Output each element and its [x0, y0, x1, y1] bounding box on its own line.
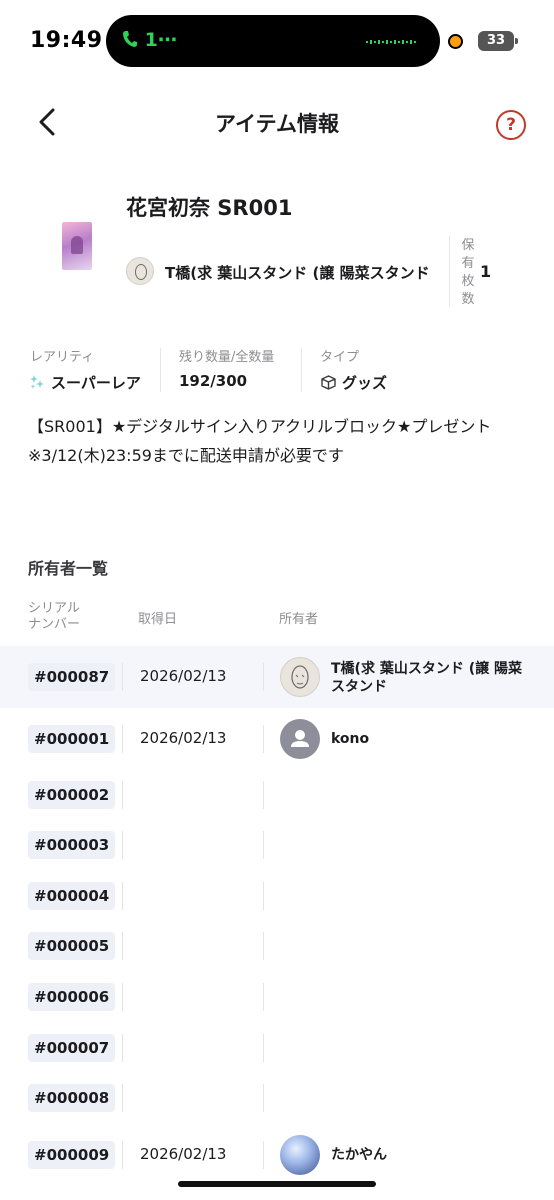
type-label: タイプ	[320, 350, 360, 365]
serial-number: #000004	[28, 882, 116, 910]
owner-avatar[interactable]	[280, 719, 320, 759]
dynamic-island[interactable]: 1⋯	[106, 15, 440, 67]
owner-avatar[interactable]	[280, 657, 320, 697]
help-icon[interactable]: ?	[496, 110, 526, 140]
divider	[263, 932, 264, 960]
item-thumbnail[interactable]	[62, 222, 92, 270]
table-row[interactable]: #000005	[0, 922, 554, 973]
table-row[interactable]: #000003	[0, 821, 554, 872]
serial-number: #000008	[28, 1084, 116, 1112]
divider	[160, 348, 161, 392]
divider	[122, 1034, 123, 1062]
owner-name[interactable]: T橋(求 葉山スタンド (譲 陽菜スタンド	[331, 660, 531, 696]
divider	[122, 663, 123, 691]
status-bar: 19:49 1⋯ 33	[0, 0, 554, 84]
divider	[263, 1034, 264, 1062]
divider	[122, 1084, 123, 1112]
divider	[122, 882, 123, 910]
table-row[interactable]: #000001 2026/02/13 kono	[0, 708, 554, 770]
table-row[interactable]: #000007	[0, 1024, 554, 1074]
holding-count-label: 保有枚数	[461, 238, 475, 307]
box-icon	[321, 375, 336, 390]
audio-wave-icon	[366, 40, 416, 44]
serial-number: #000006	[28, 983, 116, 1011]
column-header-date: 取得日	[138, 612, 178, 627]
acquired-date: 2026/02/13	[140, 729, 227, 747]
serial-number: #000009	[28, 1141, 116, 1169]
divider	[122, 1141, 123, 1169]
divider	[122, 725, 123, 753]
item-description: 【SR001】★デジタルサイン入りアクリルブロック★プレゼント ※3/12(木)…	[28, 412, 528, 470]
divider	[122, 983, 123, 1011]
type-value: グッズ	[342, 374, 388, 392]
divider	[122, 781, 123, 809]
quantity-value: 192/300	[179, 372, 248, 390]
divider	[263, 882, 264, 910]
divider	[263, 983, 264, 1011]
rarity-value: スーパーレア	[51, 374, 141, 392]
serial-number: #000003	[28, 831, 116, 859]
table-row[interactable]: #000006	[0, 973, 554, 1024]
privacy-indicator-dot	[448, 34, 463, 49]
quantity-label: 残り数量/全数量	[179, 350, 275, 365]
acquired-date: 2026/02/13	[140, 667, 227, 685]
table-row[interactable]: #000087 2026/02/13 T橋(求 葉山スタンド (譲 陽菜スタンド	[0, 646, 554, 708]
table-row[interactable]: #000009 2026/02/13 たかやん	[0, 1125, 554, 1185]
owners-section-title: 所有者一覧	[28, 559, 109, 578]
seller-name[interactable]: T橋(求 葉山スタンド (譲 陽菜スタンド	[165, 262, 430, 283]
divider	[263, 725, 264, 753]
divider	[122, 831, 123, 859]
sketch-face-icon	[291, 665, 309, 689]
table-row[interactable]: #000002	[0, 770, 554, 821]
owner-name[interactable]: たかやん	[331, 1146, 531, 1164]
divider	[263, 663, 264, 691]
serial-number: #000005	[28, 932, 116, 960]
default-user-icon	[291, 730, 309, 747]
serial-number: #000087	[28, 663, 116, 691]
acquired-date: 2026/02/13	[140, 1145, 227, 1163]
sparkle-stars-icon	[30, 375, 44, 389]
phone-icon	[123, 31, 137, 47]
seller-avatar[interactable]	[126, 257, 154, 285]
description-line: 【SR001】★デジタルサイン入りアクリルブロック★プレゼント	[28, 417, 492, 436]
page-title: アイテム情報	[215, 112, 339, 136]
call-count: 1⋯	[144, 29, 177, 51]
owner-name[interactable]: kono	[331, 730, 531, 748]
rarity-label: レアリティ	[30, 350, 95, 365]
column-header-serial: シリアルナンバー	[28, 601, 81, 632]
serial-number: #000002	[28, 781, 116, 809]
divider	[263, 781, 264, 809]
serial-number: #000001	[28, 725, 116, 753]
table-row[interactable]: #000008	[0, 1074, 554, 1125]
item-name: 花宮初奈 SR001	[126, 196, 293, 220]
divider	[122, 932, 123, 960]
divider	[263, 831, 264, 859]
divider	[263, 1084, 264, 1112]
divider	[449, 236, 450, 306]
divider	[263, 1141, 264, 1169]
home-indicator[interactable]	[178, 1181, 376, 1187]
divider	[301, 348, 302, 392]
call-indicator: 1⋯	[122, 29, 177, 51]
table-row[interactable]: #000004	[0, 872, 554, 922]
holding-count-value: 1	[480, 262, 492, 281]
description-line: ※3/12(木)23:59までに配送申請が必要です	[28, 446, 344, 465]
owner-avatar[interactable]	[280, 1135, 320, 1175]
status-time: 19:49	[30, 28, 103, 53]
nav-bar: アイテム情報	[0, 96, 554, 152]
column-header-owner: 所有者	[279, 612, 319, 627]
serial-number: #000007	[28, 1034, 116, 1062]
battery-icon: 33	[478, 31, 518, 51]
